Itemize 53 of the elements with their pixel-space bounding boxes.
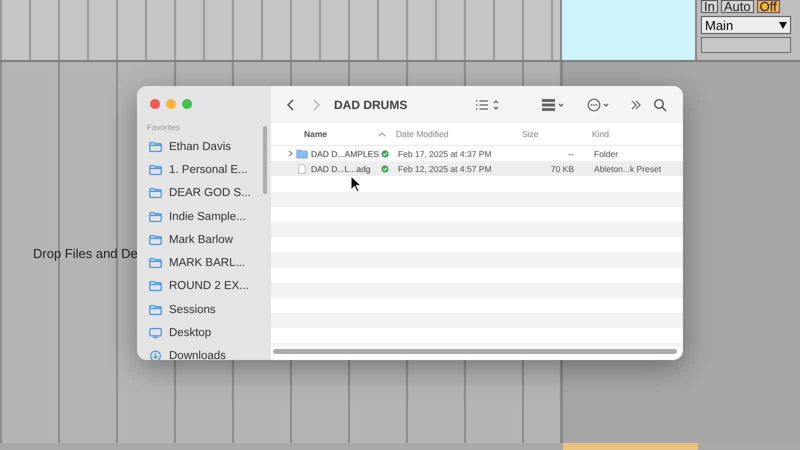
folder-icon [149,210,162,223]
sidebar-item[interactable]: Downloads [149,344,271,360]
scrollbar[interactable] [263,126,267,194]
window-title: DAD DRUMS [334,98,408,112]
list-view-icon[interactable] [475,98,502,112]
folder-icon [149,304,162,316]
file-name: DAD D...L...adg [311,164,372,174]
monitor-button[interactable]: Auto [720,0,754,13]
drop-hint: Drop Files and De [33,246,138,261]
sidebar-item[interactable]: Mark Barlow [149,228,271,252]
folder-icon [149,187,162,200]
folder-icon [149,280,162,292]
folder-icon [149,234,162,246]
sidebar-item[interactable]: Sessions [149,298,271,322]
back-icon[interactable] [286,98,296,112]
monitor-button[interactable]: In [701,0,718,13]
file-kind: Ableton...k Preset [594,164,662,174]
monitor-button[interactable]: Off [756,0,780,13]
sidebar-item[interactable]: Desktop [149,321,271,345]
folder-icon [149,257,162,270]
column-header[interactable]: Size [522,129,572,139]
sidebar-section-title: Favorites [147,123,181,132]
disclosure-icon[interactable] [288,150,293,158]
date-modified: Feb 17, 2025 at 4:37 PM [398,148,493,159]
column-header[interactable]: Name [304,129,378,139]
overflow-chevron-icon[interactable] [629,98,644,112]
date-modified: Feb 12, 2025 at 4:57 PM [398,164,493,174]
document-icon [296,164,308,174]
output-select[interactable]: Main [701,16,791,34]
file-name: DAD D...AMPLES [311,148,380,159]
search-icon[interactable] [653,98,668,112]
sidebar-item[interactable]: Indie Sample... [149,204,271,228]
sidebar-item[interactable]: ROUND 2 EX... [149,274,271,298]
column-header[interactable]: Date Modified [396,129,522,139]
scrollbar[interactable] [273,349,677,354]
file-row[interactable]: DAD D...L...adg Feb 12, 2025 at 4:57 PM 70 KB Ableton...k Preset [271,161,683,176]
empty-field[interactable] [701,37,791,53]
file-kind: Folder [594,148,620,159]
close-icon[interactable] [150,99,160,109]
sort-ascending-icon [378,132,386,136]
folder-icon [149,164,162,176]
sidebar-item[interactable]: 1. Personal E... [149,158,271,182]
file-size: -- [567,148,574,159]
download-icon [149,350,162,360]
column-header[interactable]: Kind [592,129,683,139]
file-size: 70 KB [550,164,574,174]
dropdown-arrow-icon [779,22,787,28]
folder-icon [149,140,162,153]
sidebar-item[interactable]: MARK BARL... [149,251,271,275]
folder-icon [296,148,308,159]
monitor-icon [149,327,162,340]
sidebar-item[interactable]: DEAR GOD S... [149,182,271,205]
sidebar-item[interactable]: Ethan Davis [149,135,271,158]
